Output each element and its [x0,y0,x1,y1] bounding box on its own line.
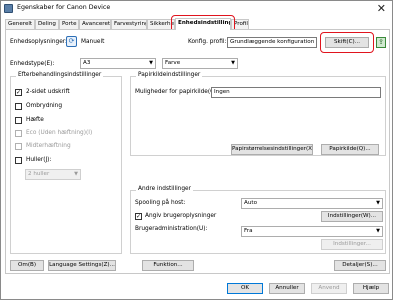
post-processing-group: Efterbehandlingsindstillinger ✓ 2-sidet … [10,72,122,254]
tab-farvestyring[interactable]: Farvestyring [111,19,147,29]
refresh-icon[interactable]: ⟳ [66,36,77,47]
color-mode-select[interactable]: Farve ▼ [162,58,238,69]
close-icon[interactable]: ✕ [377,2,386,15]
fold-label: Ombrydning [26,103,63,109]
staple-checkbox[interactable] [15,117,22,124]
duplex-checkbox[interactable]: ✓ [15,89,22,96]
device-type-select[interactable]: A3 ▼ [80,58,156,69]
tab-strip: Generelt Deling Porte Avanceret Farvesty… [5,18,390,30]
spooling-select[interactable]: Auto ▼ [241,198,383,209]
tab-generelt[interactable]: Generelt [5,19,35,29]
paper-source-options-field[interactable]: Ingen [211,87,381,98]
user-admin-value: Fra [244,228,253,234]
other-settings-title: Andre indstillinger [136,186,193,192]
holes-value: 2 huller [28,171,50,177]
saddle-stitch-checkbox[interactable] [15,143,22,150]
ok-button[interactable]: OK [227,283,263,294]
apply-button[interactable]: Anvend [311,283,347,294]
user-info-checkbox[interactable]: ✓ [135,213,142,220]
eco-staple-checkbox[interactable] [15,130,22,137]
export-icon[interactable]: ⇪ [376,37,386,48]
function-button[interactable]: Funktion... [142,260,194,271]
user-info-settings-button[interactable]: Indstillinger(W)... [321,211,383,222]
chevron-down-icon: ▼ [74,171,78,177]
spooling-value: Auto [244,200,257,206]
color-mode-value: Farve [165,60,181,66]
window-title: Egenskaber for Canon Device [17,4,111,11]
paper-source-title: Papirkildeindstillinger [136,72,203,78]
config-profile-label: Konfig. profil: [188,39,227,45]
staple-label: Hæfte [26,117,44,123]
paper-source-group: Papirkildeindstillinger Muligheder for p… [130,72,386,156]
tab-avanceret[interactable]: Avanceret [79,19,111,29]
tab-porte[interactable]: Porte [59,19,79,29]
device-options-value: Manuelt [81,39,105,45]
user-admin-label: Brugeradministration(U): [135,226,208,232]
paper-source-button[interactable]: Papirkilde(Q)... [321,144,379,155]
user-admin-settings-button[interactable]: Indstillinger... [321,239,383,250]
other-settings-group: Andre indstillinger Spooling på host: Au… [130,186,386,254]
saddle-stitch-label: Midterhæftning [26,143,71,149]
chevron-down-icon: ▼ [376,228,380,234]
user-admin-select[interactable]: Fra ▼ [241,226,383,237]
about-button[interactable]: Om(B) [10,260,44,271]
device-options-label: Enhedsoplysninger: [10,39,68,45]
properties-window: Egenskaber for Canon Device ✕ Generelt D… [0,0,393,300]
fold-checkbox[interactable] [15,103,22,110]
chevron-down-icon: ▼ [149,60,153,66]
punch-checkbox[interactable] [15,157,22,164]
holes-select[interactable]: 2 huller ▼ [25,169,81,180]
user-info-label: Angiv brugeroplysninger [145,213,217,219]
highlight-ring-change [320,32,374,53]
paper-size-settings-button[interactable]: Papirstørrelsesindstillinger(X)... [231,144,313,155]
help-button[interactable]: Hjælp [353,283,389,294]
spooling-label: Spooling på host: [135,200,186,206]
paper-source-options-label: Muligheder for papirkilde(O): [135,89,219,95]
config-profile-field[interactable]: Grundlæggende konfiguration [227,37,317,48]
duplex-label: 2-sidet udskrift [26,89,70,95]
language-settings-button[interactable]: Language Settings(Z)... [48,260,116,271]
details-button[interactable]: Detaljer(S)... [334,260,386,271]
chevron-down-icon: ▼ [231,60,235,66]
chevron-down-icon: ▼ [376,200,380,206]
tab-enhedsindstillinger[interactable]: Enhedsindstillinger [175,18,231,30]
device-type-value: A3 [83,60,91,66]
punch-label: Huller(J): [26,157,52,163]
post-processing-title: Efterbehandlingsindstillinger [16,72,104,78]
settings-panel: Enhedsoplysninger: ⟳ Manuelt Konfig. pro… [5,29,390,274]
tab-deling[interactable]: Deling [35,19,59,29]
device-type-label: Enhedstype(E): [10,61,55,67]
eco-staple-label: Eco (Uden hæftning)(I) [26,130,93,136]
cancel-button[interactable]: Annuller [269,283,305,294]
printer-icon [4,4,13,13]
